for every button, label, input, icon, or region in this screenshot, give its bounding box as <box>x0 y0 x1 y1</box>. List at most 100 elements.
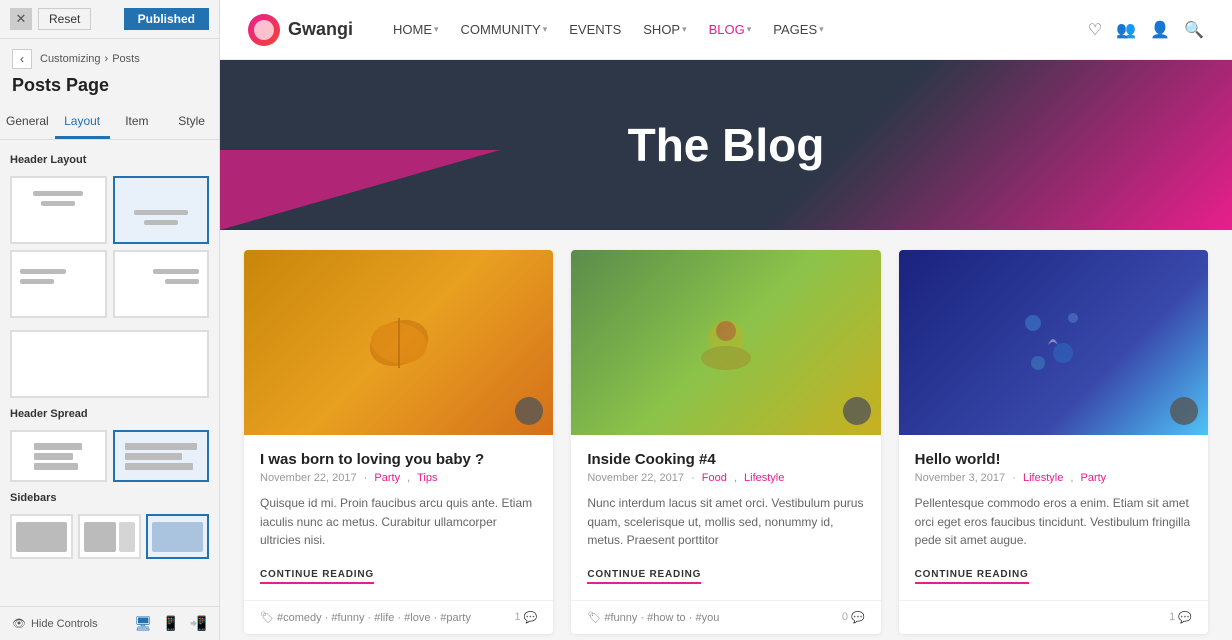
card-1-tag1[interactable]: Party <box>374 472 400 484</box>
blog-card-3: Hello world! November 3, 2017 · Lifestyl… <box>899 250 1208 634</box>
card-3-excerpt: Pellentesque commodo eros a enim. Etiam … <box>915 494 1192 550</box>
logo-circle <box>248 14 280 46</box>
card-1-image <box>244 250 553 435</box>
sidebar-option-right[interactable] <box>78 514 141 559</box>
heart-icon[interactable]: ♡ <box>1088 20 1102 40</box>
nav-shop[interactable]: SHOP ▾ <box>643 22 686 37</box>
card-1-tag2[interactable]: Tips <box>417 472 437 484</box>
panel-footer: 👁 Hide Controls 🖥 📱 📲 <box>0 606 219 640</box>
card-3-date: November 3, 2017 <box>915 472 1006 484</box>
sidebars-section: Sidebars <box>10 492 209 559</box>
search-icon[interactable]: 🔍 <box>1184 20 1204 40</box>
spread-option-1[interactable] <box>10 430 107 482</box>
layout-option-4[interactable] <box>113 250 210 318</box>
hide-icon: 👁 <box>12 617 26 630</box>
mobile-icon[interactable]: 📲 <box>190 615 207 632</box>
blog-cards-area: I was born to loving you baby ? November… <box>220 230 1232 640</box>
card-2-comments[interactable]: 0 💬 <box>842 611 865 624</box>
header-spread-label: Header Spread <box>10 408 209 420</box>
sidebars-label: Sidebars <box>10 492 209 504</box>
card-3-title: Hello world! <box>915 451 1192 468</box>
device-icons: 🖥 📱 📲 <box>134 615 207 632</box>
page-title: Posts Page <box>0 73 219 106</box>
tab-style[interactable]: Style <box>164 106 219 139</box>
card-1-comments[interactable]: 1 💬 <box>515 611 538 624</box>
hero-title: The Blog <box>628 118 825 172</box>
layout-option-2[interactable] <box>113 176 210 244</box>
card-2-avatar <box>843 397 871 425</box>
card-3-comments[interactable]: 1 💬 <box>1169 611 1192 624</box>
published-button[interactable]: Published <box>124 8 209 30</box>
breadcrumb: ‹ Customizing › Posts <box>0 39 219 73</box>
nav-icons: ♡ 👥 👤 🔍 <box>1088 20 1204 40</box>
card-1-meta: November 22, 2017 · Party , Tips <box>260 472 537 484</box>
panel-tabs: General Layout Item Style <box>0 106 219 140</box>
header-layout-label: Header Layout <box>10 154 209 166</box>
layout-option-3[interactable] <box>10 250 107 318</box>
nav-blog[interactable]: BLOG ▾ <box>709 22 752 37</box>
blog-cards-grid: I was born to loving you baby ? November… <box>244 250 1208 634</box>
card-1-footer-tags: 🏷 #comedy · #funny · #life · #love · #pa… <box>260 611 471 624</box>
sidebars-grid <box>10 514 209 559</box>
card-3-body: Hello world! November 3, 2017 · Lifestyl… <box>899 435 1208 600</box>
card-3-image <box>899 250 1208 435</box>
close-button[interactable]: ✕ <box>10 8 32 30</box>
tab-general[interactable]: General <box>0 106 55 139</box>
nav-home[interactable]: HOME ▾ <box>393 22 439 37</box>
card-3-footer: 1 💬 <box>899 600 1208 634</box>
spread-option-2[interactable] <box>113 430 210 482</box>
hero-section: The Blog <box>220 60 1232 230</box>
nav-pages[interactable]: PAGES ▾ <box>773 22 823 37</box>
blog-card-2: Inside Cooking #4 November 22, 2017 · Fo… <box>571 250 880 634</box>
card-1-footer: 🏷 #comedy · #funny · #life · #love · #pa… <box>244 600 553 634</box>
layout-option-5[interactable] <box>10 330 209 398</box>
logo-text: Gwangi <box>288 19 353 40</box>
breadcrumb-posts: Posts <box>112 53 140 65</box>
card-1-date: November 22, 2017 <box>260 472 357 484</box>
card-1-continue[interactable]: CONTINUE READING <box>260 569 374 584</box>
card-3-meta: November 3, 2017 · Lifestyle , Party <box>915 472 1192 484</box>
tablet-icon[interactable]: 📱 <box>162 615 179 632</box>
card-2-title: Inside Cooking #4 <box>587 451 864 468</box>
nav-events[interactable]: EVENTS <box>569 22 621 37</box>
panel-content: Header Layout <box>0 140 219 606</box>
card-2-meta: November 22, 2017 · Food , Lifestyle <box>587 472 864 484</box>
panel-topbar: ✕ Reset Published <box>0 0 219 39</box>
reset-button[interactable]: Reset <box>38 8 91 30</box>
card-1-excerpt: Quisque id mi. Proin faucibus arcu quis … <box>260 494 537 550</box>
site-nav: Gwangi HOME ▾ COMMUNITY ▾ EVENTS SHOP ▾ … <box>220 0 1232 60</box>
card-1-body: I was born to loving you baby ? November… <box>244 435 553 600</box>
account-icon[interactable]: 👤 <box>1150 20 1170 40</box>
nav-logo[interactable]: Gwangi <box>248 14 353 46</box>
desktop-icon[interactable]: 🖥 <box>134 615 152 632</box>
header-spread-section: Header Spread <box>10 408 209 482</box>
layout-option-1[interactable] <box>10 176 107 244</box>
sidebar-option-full[interactable] <box>146 514 209 559</box>
back-button[interactable]: ‹ <box>12 49 32 69</box>
card-2-tag1[interactable]: Food <box>702 472 727 484</box>
customizer-panel: ✕ Reset Published ‹ Customizing › Posts … <box>0 0 220 640</box>
card-2-continue[interactable]: CONTINUE READING <box>587 569 701 584</box>
users-icon[interactable]: 👥 <box>1116 20 1136 40</box>
card-2-date: November 22, 2017 <box>587 472 684 484</box>
card-3-continue[interactable]: CONTINUE READING <box>915 569 1029 584</box>
card-3-tag1[interactable]: Lifestyle <box>1023 472 1063 484</box>
tab-layout[interactable]: Layout <box>55 106 110 139</box>
sidebar-option-none[interactable] <box>10 514 73 559</box>
hide-controls-label: Hide Controls <box>31 618 98 630</box>
tab-item[interactable]: Item <box>110 106 165 139</box>
preview-area: Gwangi HOME ▾ COMMUNITY ▾ EVENTS SHOP ▾ … <box>220 0 1232 640</box>
card-1-title: I was born to loving you baby ? <box>260 451 537 468</box>
blog-card-1: I was born to loving you baby ? November… <box>244 250 553 634</box>
card-3-avatar <box>1170 397 1198 425</box>
nav-community[interactable]: COMMUNITY ▾ <box>461 22 548 37</box>
hide-controls-button[interactable]: 👁 Hide Controls <box>12 617 98 630</box>
breadcrumb-customizing: Customizing <box>40 53 101 65</box>
card-2-image <box>571 250 880 435</box>
card-2-body: Inside Cooking #4 November 22, 2017 · Fo… <box>571 435 880 600</box>
nav-links: HOME ▾ COMMUNITY ▾ EVENTS SHOP ▾ BLOG ▾ … <box>393 22 824 37</box>
card-2-tag2[interactable]: Lifestyle <box>744 472 784 484</box>
card-2-footer-tags: 🏷 #funny · #how to · #you <box>587 611 719 624</box>
logo-inner <box>254 20 274 40</box>
card-3-tag2[interactable]: Party <box>1081 472 1107 484</box>
